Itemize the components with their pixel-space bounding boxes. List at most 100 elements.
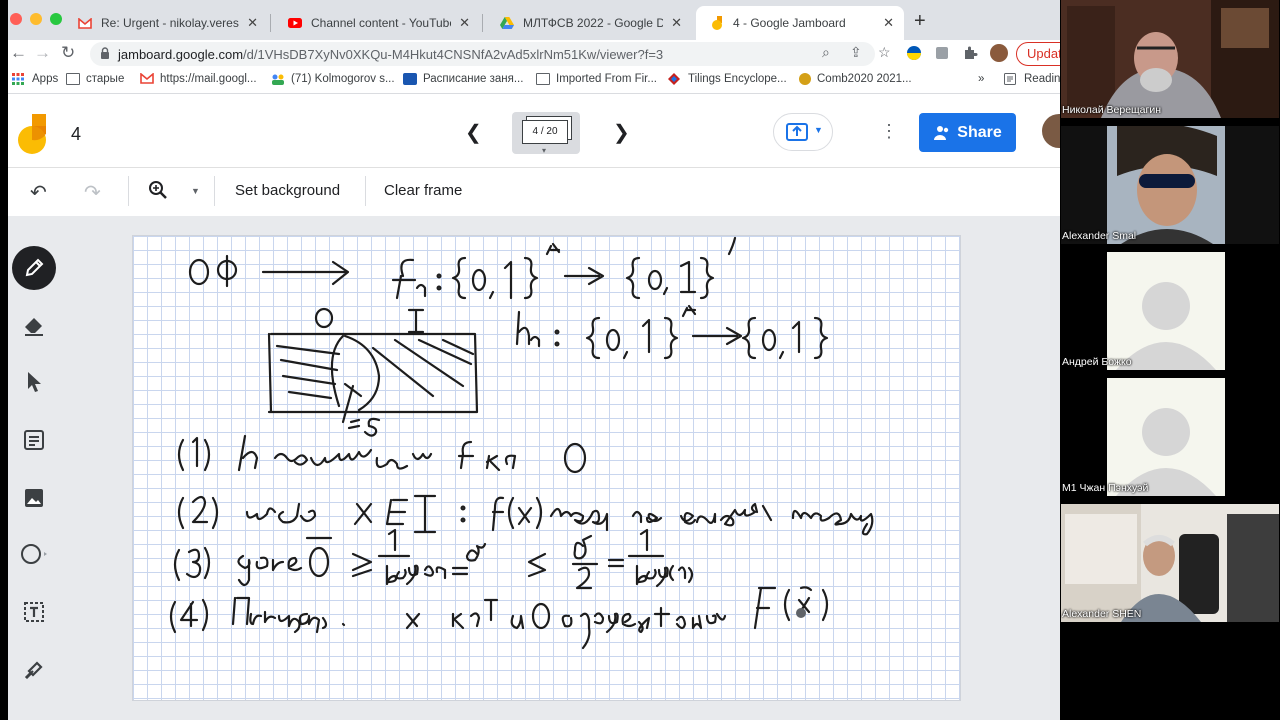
next-frame-button[interactable]: ❯ <box>613 120 630 145</box>
participant-video <box>1061 0 1279 118</box>
jam-frame[interactable] <box>132 235 961 701</box>
gmail-icon <box>78 16 92 30</box>
browser-toolbar: ← → ↻ jamboard.google.com/d/1VHsDB7XyNv0… <box>8 40 1060 68</box>
bookmark-kolmogorov[interactable]: (71) Kolmogorov s... <box>271 73 395 85</box>
undo-icon[interactable]: ↶ <box>30 180 47 205</box>
url-host: jamboard.google.com <box>118 47 244 62</box>
video-tile[interactable]: M1 Чжан Пэнхуэй <box>1061 378 1279 496</box>
set-background-button[interactable]: Set background <box>235 182 340 199</box>
video-participants-column: Николай Верещагин Alexander Smal Андрей … <box>1060 0 1280 720</box>
close-tab-icon[interactable]: ✕ <box>671 15 682 31</box>
laser-tool-button[interactable] <box>18 654 50 686</box>
youtube-icon <box>288 16 302 30</box>
video-tile[interactable]: Alexander SHEN <box>1061 504 1279 622</box>
bookmark-tilings[interactable]: Tilings Encyclope... <box>668 73 787 85</box>
share-page-icon[interactable]: ⇪ <box>850 44 862 61</box>
avatar-placeholder-icon <box>1061 252 1279 370</box>
redo-icon[interactable]: ↷ <box>84 180 101 205</box>
gmail-icon <box>140 72 154 85</box>
pointer-arrow-icon <box>28 372 41 392</box>
folder-icon <box>536 73 550 85</box>
tab-title: Channel content - YouTube Stu <box>311 16 451 30</box>
profile-avatar[interactable] <box>990 44 1008 62</box>
pen-tool-button[interactable] <box>12 246 56 290</box>
bookmark-label: (71) Kolmogorov s... <box>291 73 395 85</box>
select-tool-button[interactable] <box>18 366 50 398</box>
maximize-window-button[interactable] <box>50 13 62 25</box>
video-tile[interactable]: Андрей Божко <box>1061 252 1279 370</box>
apps-grid-icon <box>12 73 26 85</box>
eraser-icon <box>25 318 43 336</box>
puzzle-extensions-icon[interactable] <box>962 45 978 61</box>
bookmark-label: » <box>978 73 985 85</box>
minimize-window-button[interactable] <box>30 13 42 25</box>
account-avatar[interactable] <box>1042 114 1060 148</box>
handwriting-ink <box>169 236 874 650</box>
bookmark-star-icon[interactable]: ☆ <box>878 44 891 61</box>
bookmark-label: https://mail.googl... <box>160 73 257 85</box>
participant-video <box>1061 126 1279 244</box>
text-box-tool-button[interactable] <box>18 596 50 628</box>
video-tile[interactable]: Николай Верещагин <box>1061 0 1279 118</box>
update-browser-button[interactable]: Update <box>1016 42 1060 66</box>
bookmark-comb2020[interactable]: Comb2020 2021... <box>799 73 912 85</box>
more-options-icon[interactable]: ⋮ <box>880 121 898 142</box>
share-button[interactable]: Share <box>919 113 1016 152</box>
new-tab-button[interactable]: + <box>914 10 926 33</box>
tab-gmail[interactable]: Re: Urgent - nikolay.vereshcha ✕ <box>64 6 268 40</box>
close-tab-icon[interactable]: ✕ <box>459 15 470 31</box>
tab-google-drive[interactable]: МЛТФСВ 2022 - Google Drive ✕ <box>486 6 692 40</box>
sticky-note-tool-button[interactable] <box>18 424 50 456</box>
jam-toolbar: ↶ ↷ ▼ Set background Clear frame <box>8 168 1060 216</box>
people-icon <box>271 73 285 85</box>
tab-title: МЛТФСВ 2022 - Google Drive <box>523 16 664 30</box>
shape-tool-button[interactable] <box>18 538 50 570</box>
jamboard-icon <box>710 16 724 30</box>
frame-bar-button[interactable]: 4 / 20 ▾ <box>512 112 580 155</box>
bookmark-label: Расписание заня... <box>423 73 524 85</box>
bookmark-folder-starye[interactable]: старые <box>66 73 124 85</box>
bookmarks-overflow-button[interactable]: » <box>978 73 984 85</box>
bookmark-gmail[interactable]: https://mail.googl... <box>140 72 257 85</box>
zoom-icon[interactable] <box>148 180 168 205</box>
tab-divider <box>270 14 271 32</box>
tab-jamboard[interactable]: 4 - Google Jamboard ✕ <box>696 6 904 40</box>
tilings-icon <box>668 73 682 85</box>
text-box-icon <box>24 602 44 622</box>
previous-frame-button[interactable]: ❮ <box>465 120 482 145</box>
reading-list-button[interactable]: Reading <box>1004 73 1060 85</box>
forward-arrow-icon[interactable]: → <box>34 43 51 63</box>
bookmark-label: Tilings Encyclope... <box>688 73 787 85</box>
eraser-tool-button[interactable] <box>18 310 50 342</box>
close-window-button[interactable] <box>10 13 22 25</box>
pen-cursor <box>796 608 806 618</box>
close-tab-icon[interactable]: ✕ <box>883 15 894 31</box>
cast-present-button[interactable]: ▼ <box>773 113 833 151</box>
bookmark-apps[interactable]: Apps <box>12 73 58 85</box>
back-arrow-icon[interactable]: ← <box>10 43 27 63</box>
tab-title: 4 - Google Jamboard <box>733 16 846 30</box>
zoom-dropdown-icon[interactable]: ▼ <box>191 186 200 196</box>
reload-icon[interactable]: ↻ <box>61 43 75 63</box>
video-tile[interactable]: Alexander Smal <box>1061 126 1279 244</box>
sticky-note-icon <box>24 430 44 450</box>
laser-pointer-icon <box>24 661 43 680</box>
jam-title[interactable]: 4 <box>71 124 81 145</box>
close-tab-icon[interactable]: ✕ <box>247 15 258 31</box>
bookmark-folder-imported[interactable]: Imported From Fir... <box>536 73 657 85</box>
avatar-placeholder-icon <box>1061 378 1279 496</box>
canvas-area <box>8 216 1060 720</box>
lock-icon <box>101 47 109 59</box>
url-text: jamboard.google.com/d/1VHsDB7XyNv0XKQu-M… <box>118 47 663 62</box>
ukraine-extension-icon[interactable] <box>906 45 922 61</box>
extension-icon[interactable] <box>934 45 950 61</box>
zoom-page-icon[interactable]: ⌕ <box>822 44 830 61</box>
image-tool-button[interactable] <box>18 482 50 514</box>
address-bar[interactable]: jamboard.google.com/d/1VHsDB7XyNv0XKQu-M… <box>90 42 891 66</box>
tab-youtube-studio[interactable]: Channel content - YouTube Stu ✕ <box>274 6 480 40</box>
clear-frame-button[interactable]: Clear frame <box>384 182 462 199</box>
chevron-down-icon: ▼ <box>814 125 823 135</box>
bookmark-schedule[interactable]: Расписание заня... <box>403 73 523 85</box>
jamboard-logo-icon[interactable] <box>18 114 48 154</box>
schedule-icon <box>403 73 417 85</box>
